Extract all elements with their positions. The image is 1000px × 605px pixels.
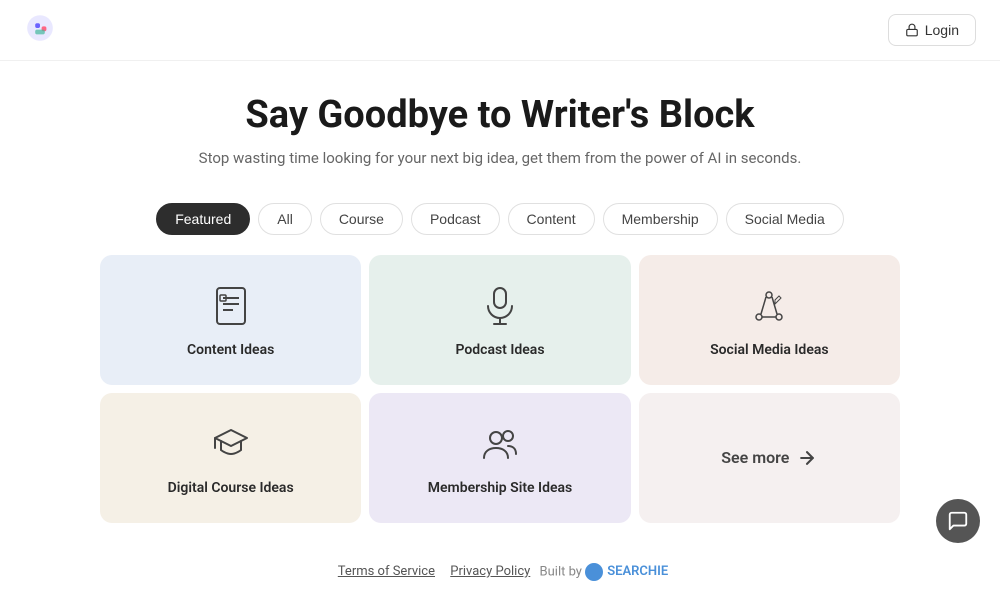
header: Login [0,0,1000,61]
tab-featured[interactable]: Featured [156,203,250,235]
chat-icon [947,510,969,532]
social-media-ideas-icon [745,282,793,330]
tab-social-media[interactable]: Social Media [726,203,844,235]
membership-site-ideas-icon [476,420,524,468]
membership-site-ideas-label: Membership Site Ideas [428,480,572,496]
card-podcast-ideas[interactable]: Podcast Ideas [369,255,630,385]
content-ideas-label: Content Ideas [187,342,274,358]
see-more-inner: See more [721,448,817,468]
terms-link[interactable]: Terms of Service [338,564,435,579]
podcast-ideas-label: Podcast Ideas [455,342,544,358]
hero-subtitle: Stop wasting time looking for your next … [24,149,976,167]
login-button[interactable]: Login [888,14,976,46]
card-social-media-ideas[interactable]: Social Media Ideas [639,255,900,385]
chat-bubble-button[interactable] [936,499,980,543]
logo [24,12,56,48]
tab-course[interactable]: Course [320,203,403,235]
searchie-logo: SEARCHIE [585,563,668,581]
card-digital-course-ideas[interactable]: Digital Course Ideas [100,393,361,523]
card-membership-site-ideas[interactable]: Membership Site Ideas [369,393,630,523]
searchie-icon [585,563,603,581]
tab-all[interactable]: All [258,203,312,235]
tab-membership[interactable]: Membership [603,203,718,235]
footer: Terms of Service Privacy Policy Built by… [0,539,1000,605]
arrow-right-icon [797,448,817,468]
built-by-text: Built by [540,564,582,579]
card-see-more[interactable]: See more [639,393,900,523]
digital-course-ideas-label: Digital Course Ideas [168,480,294,496]
hero-section: Say Goodbye to Writer's Block Stop wasti… [0,61,1000,187]
digital-course-ideas-icon [207,420,255,468]
filter-tabs: Featured All Course Podcast Content Memb… [0,187,1000,251]
content-ideas-icon [207,282,255,330]
login-label: Login [925,22,959,38]
searchie-brand: SEARCHIE [607,564,668,579]
podcast-ideas-icon [476,282,524,330]
ideas-grid: Content Ideas Podcast Ideas Social Media… [0,255,1000,523]
tab-podcast[interactable]: Podcast [411,203,500,235]
card-content-ideas[interactable]: Content Ideas [100,255,361,385]
see-more-label: See more [721,448,789,467]
privacy-link[interactable]: Privacy Policy [450,564,530,579]
hero-title: Say Goodbye to Writer's Block [24,93,976,139]
tab-content[interactable]: Content [508,203,595,235]
social-media-ideas-label: Social Media Ideas [710,342,829,358]
